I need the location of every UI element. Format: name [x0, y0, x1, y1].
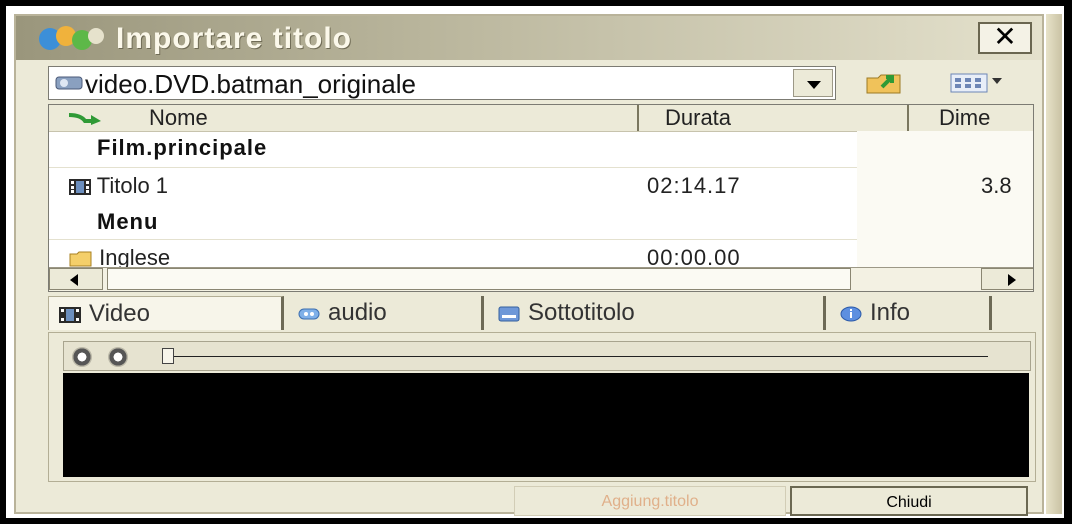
group-separator: [49, 239, 857, 240]
tab-subtitles[interactable]: Sottotitolo: [488, 296, 826, 330]
group-separator: [49, 167, 857, 168]
scroll-left-button[interactable]: [49, 268, 103, 290]
arrow-right-icon: [1008, 274, 1016, 286]
combobox-dropdown-button[interactable]: [793, 69, 833, 97]
sort-arrow-icon: [68, 113, 101, 125]
path-toolbar: video.DVD.batman_originale: [16, 62, 1042, 102]
group-header: Film.principale: [97, 135, 268, 160]
close-icon[interactable]: ✕: [978, 22, 1032, 54]
item-name: Titolo 1: [69, 173, 168, 199]
seek-slider-handle[interactable]: [162, 348, 174, 364]
item-duration: 02:14.17: [647, 173, 741, 198]
list-header: Nome Durata Dime: [49, 105, 1033, 132]
dvd-drive-icon: [55, 76, 83, 90]
title-bar[interactable]: Importare titolo ✕: [16, 16, 1042, 60]
scroll-right-button[interactable]: [981, 268, 1033, 290]
video-preview-panel: [48, 332, 1036, 482]
tab-label: Sottotitolo: [528, 299, 635, 326]
column-header-size[interactable]: Dime: [911, 105, 1033, 131]
tab-label: audio: [328, 299, 387, 326]
import-title-dialog: Importare titolo ✕ video.DVD.batman_orig…: [14, 14, 1044, 516]
column-header-name[interactable]: Nome: [49, 105, 639, 131]
titles-list: Nome Durata Dime Film.principale Titolo …: [48, 104, 1034, 292]
film-icon: [59, 307, 81, 323]
view-mode-dropdown-icon[interactable]: [992, 78, 1002, 84]
column-header-duration[interactable]: Durata: [641, 105, 909, 131]
item-size: 3.8: [981, 173, 1012, 198]
tab-label: Video: [89, 300, 150, 327]
play-icon[interactable]: [108, 347, 128, 367]
info-icon: [840, 306, 862, 322]
seek-track[interactable]: [168, 356, 988, 357]
folder-icon: [69, 251, 92, 267]
source-combobox[interactable]: video.DVD.batman_originale: [48, 66, 836, 100]
film-icon: [69, 179, 91, 195]
background-window-edge: [1046, 14, 1062, 514]
tab-label: Info: [870, 299, 911, 326]
audio-icon: [298, 308, 320, 320]
source-combobox-value: video.DVD.batman_originale: [85, 69, 416, 99]
chevron-down-icon: [807, 81, 821, 89]
tab-info[interactable]: Info: [830, 296, 992, 330]
subtitle-icon: [498, 306, 520, 322]
view-mode-icon[interactable]: [950, 72, 988, 94]
add-title-button[interactable]: Aggiung.titolo: [514, 486, 786, 516]
dialog-buttons: Aggiung.titolo Chiudi: [16, 482, 1042, 516]
arrow-left-icon: [70, 274, 78, 286]
close-button[interactable]: Chiudi: [790, 486, 1028, 516]
horizontal-scrollbar[interactable]: [49, 267, 1033, 291]
list-item-title-1[interactable]: Titolo 1 02:14.17 3.8: [49, 169, 1033, 203]
folder-up-icon[interactable]: [864, 68, 904, 96]
scrollbar-thumb[interactable]: [107, 268, 851, 290]
preview-tabs: Video audio Sottotitolo Info: [48, 294, 1008, 334]
tab-audio[interactable]: audio: [288, 296, 484, 330]
stop-icon[interactable]: [72, 347, 92, 367]
tab-video[interactable]: Video: [48, 296, 284, 330]
group-header: Menu: [97, 209, 159, 234]
app-icon: [39, 26, 104, 50]
column-header-name-label: Nome: [149, 105, 208, 130]
playback-toolbar: [63, 341, 1031, 371]
window-title: Importare titolo: [116, 22, 353, 55]
video-preview: [63, 373, 1029, 477]
item-name-text: Titolo 1: [96, 173, 169, 198]
